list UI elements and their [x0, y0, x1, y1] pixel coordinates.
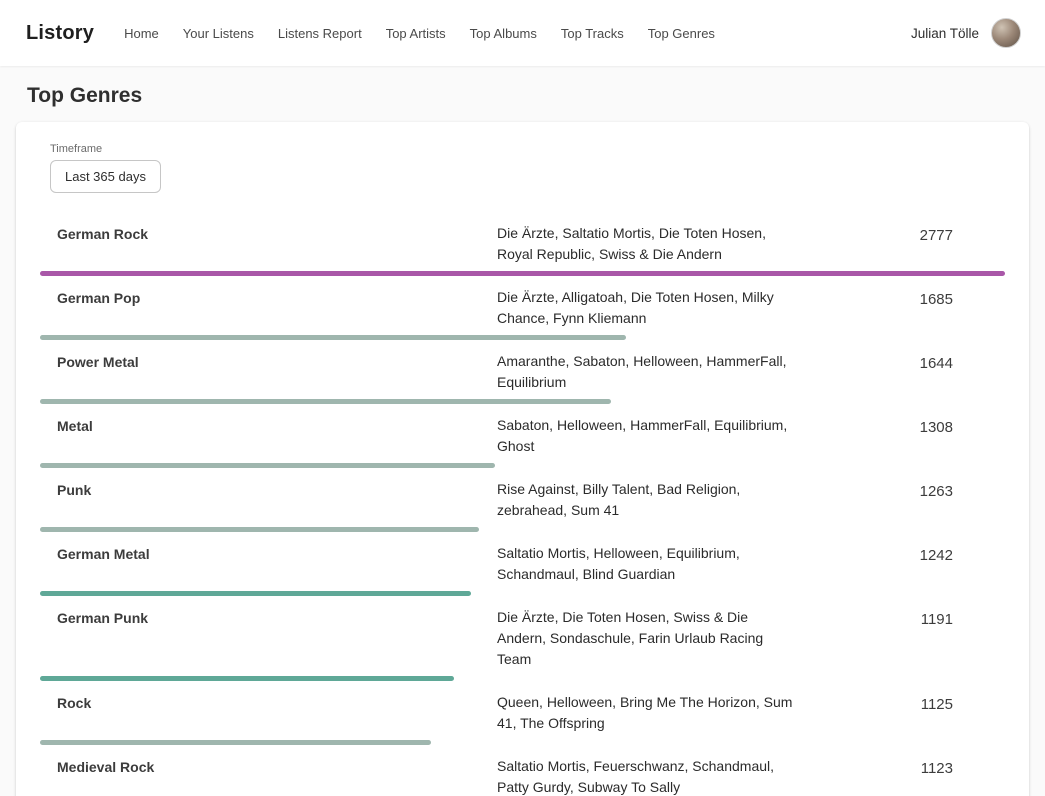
nav-item-top-tracks[interactable]: Top Tracks: [561, 26, 624, 41]
genre-name: Medieval Rock: [40, 756, 480, 775]
genre-bar: [40, 591, 471, 596]
genre-row: German Pop Die Ärzte, Alligatoah, Die To…: [40, 280, 1005, 344]
genre-name: Power Metal: [40, 351, 480, 370]
genre-count: 1263: [825, 479, 1005, 500]
genre-count: 1685: [825, 287, 1005, 308]
genre-bar: [40, 463, 495, 468]
main-nav: Home Your Listens Listens Report Top Art…: [124, 26, 911, 41]
genre-row: Metal Sabaton, Helloween, HammerFall, Eq…: [40, 408, 1005, 472]
genre-name: German Pop: [40, 287, 480, 306]
genre-row: Punk Rise Against, Billy Talent, Bad Rel…: [40, 472, 1005, 536]
genre-row: Power Metal Amaranthe, Sabaton, Hellowee…: [40, 344, 1005, 408]
genre-artists-list: Amaranthe, Sabaton, Helloween, HammerFal…: [480, 351, 825, 393]
timeframe-label: Timeframe: [50, 143, 1005, 155]
genre-bar: [40, 676, 454, 681]
genre-list: German Rock Die Ärzte, Saltatio Mortis, …: [40, 216, 1005, 796]
genre-count: 1191: [825, 607, 1005, 628]
genre-bar: [40, 399, 611, 404]
user-name: Julian Tölle: [911, 26, 979, 41]
genre-row: German Metal Saltatio Mortis, Helloween,…: [40, 536, 1005, 600]
genre-name: Rock: [40, 692, 480, 711]
genre-name: Punk: [40, 479, 480, 498]
genre-name: German Punk: [40, 607, 480, 626]
genre-artists-list: Saltatio Mortis, Feuerschwanz, Schandmau…: [480, 756, 825, 796]
genre-artists-list: Saltatio Mortis, Helloween, Equilibrium,…: [480, 543, 825, 585]
genre-artists-list: Queen, Helloween, Bring Me The Horizon, …: [480, 692, 825, 734]
genre-row: German Punk Die Ärzte, Die Toten Hosen, …: [40, 600, 1005, 685]
genre-row: Medieval Rock Saltatio Mortis, Feuerschw…: [40, 749, 1005, 796]
nav-item-your-listens[interactable]: Your Listens: [183, 26, 254, 41]
user-area: Julian Tölle: [911, 18, 1021, 48]
genre-name: Metal: [40, 415, 480, 434]
genre-artists-list: Die Ärzte, Saltatio Mortis, Die Toten Ho…: [480, 223, 825, 265]
genre-bar: [40, 527, 479, 532]
top-genres-card: Timeframe Last 365 days German Rock Die …: [16, 122, 1029, 796]
brand-logo[interactable]: Listory: [26, 22, 94, 45]
user-avatar[interactable]: [991, 18, 1021, 48]
genre-artists-list: Sabaton, Helloween, HammerFall, Equilibr…: [480, 415, 825, 457]
genre-artists-list: Die Ärzte, Die Toten Hosen, Swiss & Die …: [480, 607, 825, 670]
genre-count: 1308: [825, 415, 1005, 436]
genre-count: 2777: [825, 223, 1005, 244]
app-header: Listory Home Your Listens Listens Report…: [0, 0, 1045, 66]
nav-item-top-genres[interactable]: Top Genres: [648, 26, 715, 41]
timeframe-select[interactable]: Last 365 days: [50, 160, 161, 193]
genre-artists-list: Die Ärzte, Alligatoah, Die Toten Hosen, …: [480, 287, 825, 329]
genre-count: 1123: [825, 756, 1005, 777]
page-title: Top Genres: [27, 84, 1029, 108]
genre-bar: [40, 335, 626, 340]
nav-item-top-albums[interactable]: Top Albums: [470, 26, 537, 41]
genre-row: German Rock Die Ärzte, Saltatio Mortis, …: [40, 216, 1005, 280]
nav-item-home[interactable]: Home: [124, 26, 159, 41]
genre-artists-list: Rise Against, Billy Talent, Bad Religion…: [480, 479, 825, 521]
nav-item-top-artists[interactable]: Top Artists: [386, 26, 446, 41]
genre-name: German Metal: [40, 543, 480, 562]
nav-item-listens-report[interactable]: Listens Report: [278, 26, 362, 41]
genre-row: Rock Queen, Helloween, Bring Me The Hori…: [40, 685, 1005, 749]
genre-count: 1242: [825, 543, 1005, 564]
main-content: Top Genres Timeframe Last 365 days Germa…: [0, 66, 1045, 796]
genre-bar: [40, 740, 431, 745]
genre-bar: [40, 271, 1005, 276]
genre-name: German Rock: [40, 223, 480, 242]
genre-count: 1125: [825, 692, 1005, 713]
genre-count: 1644: [825, 351, 1005, 372]
